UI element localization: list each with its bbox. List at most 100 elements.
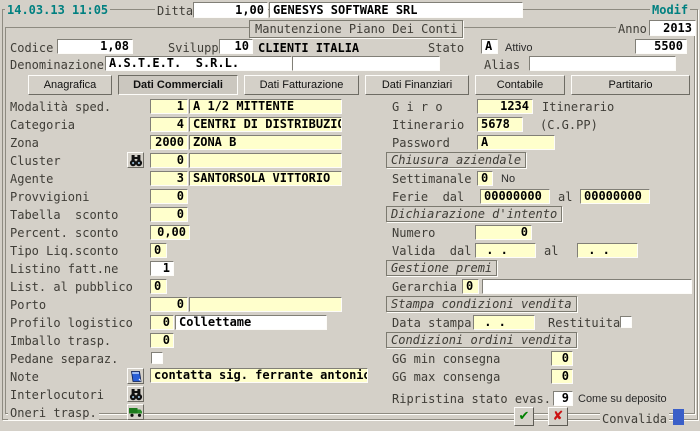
binoculars-icon xyxy=(129,388,143,401)
tab-contabile[interactable]: Contabile xyxy=(475,75,565,95)
note-button[interactable] xyxy=(127,368,144,384)
ferie-al-label: al xyxy=(556,190,574,204)
listino-fattne-label: Listino fatt.ne xyxy=(8,262,120,276)
porto-desc-field[interactable] xyxy=(189,297,342,312)
numero-field[interactable]: 0 xyxy=(475,225,532,240)
modalita-sped-label: Modalità sped. xyxy=(8,100,113,114)
ditta-name-field[interactable]: GENESYS SOFTWARE SRL xyxy=(269,2,523,18)
categoria-code-field[interactable]: 4 xyxy=(150,117,188,132)
alias-label: Alias xyxy=(482,58,522,72)
conto-field[interactable]: 5500 xyxy=(635,39,687,54)
gg-max-consegna-field[interactable]: 0 xyxy=(551,369,573,384)
gestione-premi-group-label: Gestione premi xyxy=(386,260,497,276)
profilo-logistico-label: Profilo logistico xyxy=(8,316,135,330)
list-al-pubblico-label: List. al pubblico xyxy=(8,280,135,294)
gerarchia-desc-field[interactable] xyxy=(482,279,692,294)
data-stampa-field[interactable]: . . 0 xyxy=(473,315,535,330)
restituita-label: Restituita xyxy=(546,316,622,330)
listino-fattne-field[interactable]: 1 xyxy=(150,261,174,276)
giro-label: G i r o xyxy=(390,100,445,114)
confirm-button[interactable]: ✔ xyxy=(514,407,534,426)
tipo-liq-sconto-field[interactable]: 0 xyxy=(150,243,167,258)
cluster-search-button[interactable] xyxy=(127,152,144,168)
giro-field[interactable]: 1234 xyxy=(477,99,533,114)
gg-min-consegna-field[interactable]: 0 xyxy=(551,351,573,366)
valida-al-field[interactable]: . . 0 xyxy=(577,243,638,258)
denominazione-field[interactable]: A.S.T.E.T. S.R.L. xyxy=(105,56,292,71)
chiusura-aziendale-group-label: Chiusura aziendale xyxy=(386,152,526,168)
password-field[interactable]: A xyxy=(477,135,555,150)
porto-code-field[interactable]: 0 xyxy=(150,297,188,312)
convalida-cursor-field[interactable] xyxy=(673,409,684,425)
provvigioni-field[interactable]: 0 xyxy=(150,189,188,204)
alias-field[interactable] xyxy=(529,56,676,71)
note-label: Note xyxy=(8,370,41,384)
truck-icon xyxy=(128,406,143,418)
imballo-trasp-field[interactable]: 0 xyxy=(150,333,174,348)
provvigioni-label: Provvigioni xyxy=(8,190,91,204)
cancel-button[interactable]: ✘ xyxy=(548,407,568,426)
password-label: Password xyxy=(390,136,452,150)
tab-dati-fatturazione[interactable]: Dati Fatturazione xyxy=(244,75,359,95)
data-stampa-label: Data stampa xyxy=(390,316,473,330)
itinerario-field[interactable]: 5678 xyxy=(477,117,523,132)
percent-sconto-field[interactable]: 0,00 xyxy=(150,225,190,240)
gg-min-consegna-label: GG min consegna xyxy=(390,352,502,366)
tipo-liq-sconto-label: Tipo Liq.sconto xyxy=(8,244,120,258)
anno-field[interactable]: 2013 xyxy=(649,20,696,36)
ripristina-stato-desc: Come su deposito xyxy=(576,393,669,405)
page-title: Manutenzione Piano Dei Conti xyxy=(249,20,463,38)
itinerario-label: Itinerario xyxy=(390,118,466,132)
settimanale-field[interactable]: 0 xyxy=(477,171,493,186)
valida-dal-field[interactable]: . . 0 xyxy=(475,243,536,258)
tab-dati-finanziari[interactable]: Dati Finanziari xyxy=(365,75,469,95)
tab-anagrafica[interactable]: Anagrafica xyxy=(28,75,112,95)
profilo-logistico-desc-field[interactable]: Collettame xyxy=(175,315,327,330)
sviluppo-desc: CLIENTI ITALIA xyxy=(256,41,361,55)
datetime: 14.03.13 11:05 xyxy=(5,3,110,17)
agente-code-field[interactable]: 3 xyxy=(150,171,188,186)
list-al-pubblico-field[interactable]: 0 xyxy=(150,279,167,294)
oneri-trasp-button[interactable] xyxy=(127,404,144,420)
binoculars-icon xyxy=(129,154,143,167)
condizioni-ordini-group-label: Condizioni ordini vendita xyxy=(386,332,577,348)
dichiarazione-intento-group-label: Dichiarazione d'intento xyxy=(386,206,562,222)
stato-field[interactable]: A xyxy=(481,39,498,54)
ditta-code-field[interactable]: 1,00 xyxy=(193,2,268,18)
settimanale-desc: No xyxy=(499,173,517,185)
tab-partitario[interactable]: Partitario xyxy=(571,75,690,95)
profilo-logistico-code-field[interactable]: 0 xyxy=(150,315,174,330)
tabella-sconto-field[interactable]: 0 xyxy=(150,207,188,222)
zona-desc-field[interactable]: ZONA B xyxy=(189,135,342,150)
pedane-separaz-checkbox[interactable] xyxy=(151,352,163,364)
sviluppo-field[interactable]: 10 xyxy=(219,39,253,54)
codice-label: Codice xyxy=(8,41,55,55)
stato-label: Stato xyxy=(426,41,466,55)
zona-code-field[interactable]: 2000 xyxy=(150,135,188,150)
gerarchia-code-field[interactable]: 0 xyxy=(462,279,479,294)
cluster-code-field[interactable]: 0 xyxy=(150,153,188,168)
modalita-sped-desc-field[interactable]: A 1/2 MITTENTE xyxy=(189,99,342,114)
modalita-sped-code-field[interactable]: 1 xyxy=(150,99,188,114)
interlocutori-label: Interlocutori xyxy=(8,388,106,402)
ferie-al-field[interactable]: 00000000 xyxy=(580,189,650,204)
codice-field[interactable]: 1,08 xyxy=(57,39,133,54)
ferie-dal-field[interactable]: 00000000 xyxy=(480,189,550,204)
denominazione-field-2[interactable] xyxy=(292,56,440,71)
interlocutori-search-button[interactable] xyxy=(127,386,144,402)
valida-dal-label: Valida dal xyxy=(390,244,473,258)
ditta-label: Ditta xyxy=(155,4,195,18)
tab-dati-commerciali[interactable]: Dati Commerciali xyxy=(118,75,238,95)
restituita-checkbox[interactable] xyxy=(620,316,632,328)
categoria-desc-field[interactable]: CENTRI DI DISTRIBUZIONE xyxy=(189,117,342,132)
itinerario-desc: (C.G.PP) xyxy=(538,118,600,132)
note-field[interactable]: contatta sig. ferrante antonio xyxy=(150,368,368,383)
numero-label: Numero xyxy=(390,226,437,240)
porto-label: Porto xyxy=(8,298,48,312)
agente-desc-field[interactable]: SANTORSOLA VITTORIO xyxy=(189,171,342,186)
zona-label: Zona xyxy=(8,136,41,150)
cluster-desc-field[interactable] xyxy=(189,153,342,168)
oneri-trasp-label: Oneri trasp. xyxy=(8,406,99,420)
piano-dei-conti-window: 14.03.13 11:05 Ditta 1,00 GENESYS SOFTWA… xyxy=(0,0,700,431)
ripristina-stato-field[interactable]: 9 xyxy=(553,391,573,406)
